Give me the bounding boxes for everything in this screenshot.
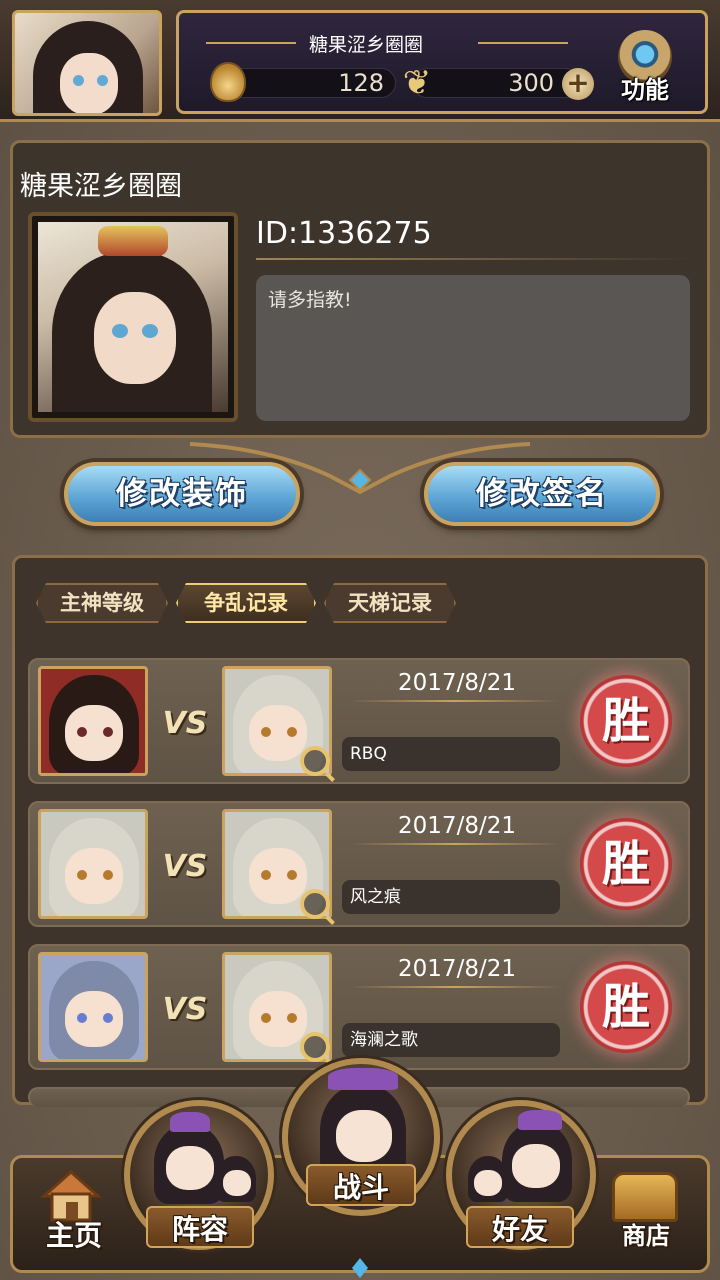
nav-home[interactable]: 主页 — [34, 1214, 114, 1254]
signature-box: 请多指教! — [256, 275, 690, 421]
vs-label: VS — [162, 706, 208, 741]
opponent-name: 风之痕 — [342, 880, 560, 914]
player-avatar[interactable] — [12, 10, 162, 116]
profile-name: 糖果涩乡圈圈 — [20, 171, 182, 202]
edit-decoration-button[interactable]: 修改装饰 — [64, 462, 300, 526]
nav-friends[interactable]: 好友 — [466, 1208, 574, 1248]
profile-portrait[interactable] — [28, 212, 238, 422]
win-badge: 胜 — [580, 961, 672, 1053]
search-icon[interactable] — [300, 1032, 330, 1062]
divider — [350, 700, 560, 702]
edit-signature-button[interactable]: 修改签名 — [424, 462, 660, 526]
function-button[interactable]: 功能 — [612, 70, 678, 105]
opponent-name: RBQ — [342, 737, 560, 771]
opponent-name: 海澜之歌 — [342, 1023, 560, 1057]
search-icon[interactable] — [300, 746, 330, 776]
divider — [256, 258, 692, 260]
win-badge: 胜 — [580, 818, 672, 910]
divider — [350, 843, 560, 845]
win-badge: 胜 — [580, 675, 672, 767]
currency-secondary-value: 300 — [508, 69, 554, 97]
flame-spirit-icon — [210, 62, 246, 102]
tab-god-level[interactable]: 主神等级 — [36, 583, 168, 623]
vs-label: VS — [162, 992, 208, 1027]
record-date: 2017/8/21 — [398, 813, 516, 839]
record-date: 2017/8/21 — [398, 956, 516, 982]
header-player-name: 糖果涩乡圈圈 — [308, 34, 423, 56]
player-avatar — [38, 952, 148, 1062]
record-date: 2017/8/21 — [398, 670, 516, 696]
nav-battle[interactable]: 战斗 — [306, 1166, 416, 1206]
player-avatar — [38, 809, 148, 919]
profile-id: ID:1336275 — [256, 216, 432, 251]
plus-icon[interactable]: + — [562, 68, 594, 100]
tab-battle-records[interactable]: 争乱记录 — [176, 583, 316, 623]
divider — [350, 986, 560, 988]
currency-primary-value: 128 — [338, 69, 384, 97]
vs-label: VS — [162, 849, 208, 884]
tab-ladder-records[interactable]: 天梯记录 — [324, 583, 456, 623]
butterfly-icon: ❦ — [402, 63, 432, 103]
nav-shop[interactable]: 商店 — [606, 1216, 686, 1251]
nav-lineup[interactable]: 阵容 — [146, 1208, 254, 1248]
search-icon[interactable] — [300, 889, 330, 919]
treasure-chest-icon[interactable] — [612, 1172, 678, 1222]
player-avatar — [38, 666, 148, 776]
